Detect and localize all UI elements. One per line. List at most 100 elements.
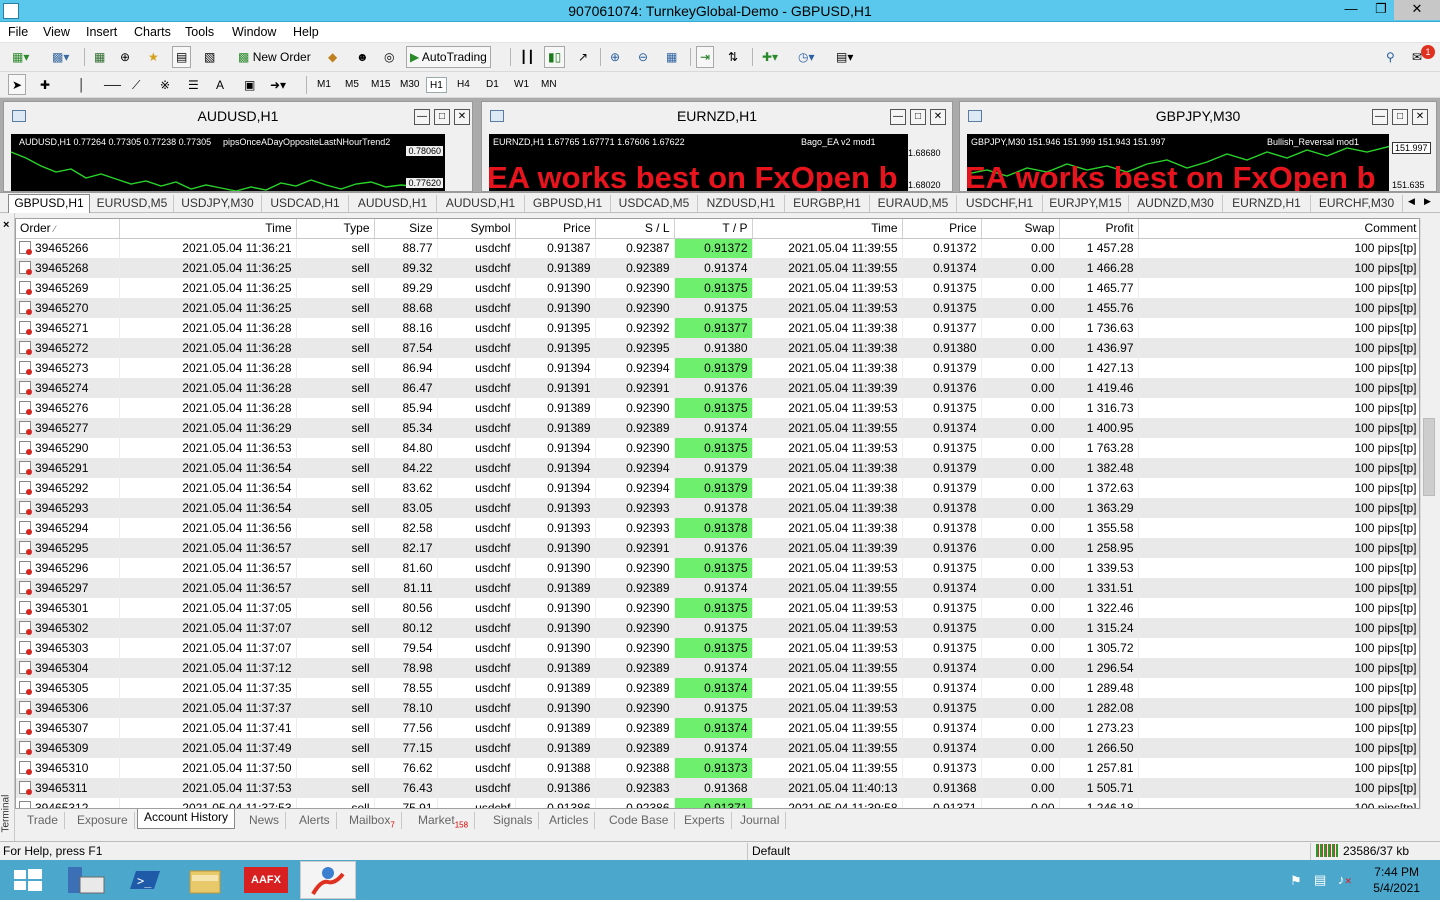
table-row[interactable]: 39465276 2021.05.04 11:36:28 sell 85.94 usdc… <box>16 398 1419 418</box>
column-open-time[interactable]: Time <box>119 219 297 239</box>
table-row[interactable]: 39465292 2021.05.04 11:36:54 sell 83.62 usdc… <box>16 478 1419 498</box>
restore-button[interactable]: ❐ <box>1366 0 1396 20</box>
text-tool[interactable]: A <box>212 74 228 96</box>
scrollbar-thumb[interactable] <box>1423 418 1435 496</box>
chart-close-button[interactable]: ✕ <box>454 109 470 125</box>
menu-window[interactable]: Window <box>232 25 276 39</box>
table-row[interactable]: 39465303 2021.05.04 11:37:07 sell 79.54 usdc… <box>16 638 1419 658</box>
table-row[interactable]: 39465269 2021.05.04 11:36:25 sell 89.29 usdc… <box>16 278 1419 298</box>
tab-articles[interactable]: Articles <box>543 812 596 829</box>
chart-tab[interactable]: USDCAD,H1 <box>262 195 349 212</box>
timeframe-m1[interactable]: M1 <box>314 77 334 93</box>
tab-alerts[interactable]: Alerts <box>293 812 337 829</box>
flag-icon[interactable]: ⚑ <box>1290 873 1302 889</box>
autotrading-button[interactable]: ▶ AutoTrading <box>406 46 491 68</box>
table-row[interactable]: 39465293 2021.05.04 11:36:54 sell 83.05 usdc… <box>16 498 1419 518</box>
metaeditor-button[interactable]: ◆ <box>324 46 341 68</box>
timeframe-w1[interactable]: W1 <box>511 77 532 93</box>
column-symbol[interactable]: Symbol <box>437 219 516 239</box>
periods-button[interactable]: ◷▾ <box>794 46 819 68</box>
column-sl[interactable]: S / L <box>595 219 675 239</box>
chart-window-audusd[interactable]: AUDUSD,H1 — □ ✕ AUDUSD,H1 0.77264 0.7730… <box>3 101 473 192</box>
table-row[interactable]: 39465304 2021.05.04 11:37:12 sell 78.98 usdc… <box>16 658 1419 678</box>
aafx-app-button[interactable]: AAFX <box>238 861 296 899</box>
account-history-table[interactable]: Order ⁄ Time Type Size Symbol Price S / … <box>15 218 1420 809</box>
tab-signals[interactable]: Signals <box>487 812 540 829</box>
fibonacci-tool[interactable]: ☰ <box>184 74 203 96</box>
table-row[interactable]: 39465291 2021.05.04 11:36:54 sell 84.22 usdc… <box>16 458 1419 478</box>
server-manager-button[interactable] <box>58 861 114 899</box>
table-row[interactable]: 39465272 2021.05.04 11:36:28 sell 87.54 usdc… <box>16 338 1419 358</box>
speaker-icon[interactable]: ♪✕ <box>1338 872 1352 887</box>
horizontal-line-tool[interactable]: ── <box>100 74 125 96</box>
table-row[interactable]: 39465274 2021.05.04 11:36:28 sell 86.47 usdc… <box>16 378 1419 398</box>
column-type[interactable]: Type <box>296 219 375 239</box>
tab-journal[interactable]: Journal <box>734 812 787 829</box>
table-row[interactable]: 39465309 2021.05.04 11:37:49 sell 77.15 usdc… <box>16 738 1419 758</box>
chart-tab[interactable]: AUDUSD,H1 <box>437 195 525 212</box>
chart-tab[interactable]: USDCHF,H1 <box>957 195 1043 212</box>
table-row[interactable]: 39465268 2021.05.04 11:36:25 sell 89.32 usdc… <box>16 258 1419 278</box>
zoom-out-button[interactable]: ⊖ <box>634 46 652 68</box>
column-open-price[interactable]: Price <box>515 219 596 239</box>
tab-market[interactable]: Market158 <box>412 812 476 829</box>
chart-maximize-button[interactable]: □ <box>910 109 926 125</box>
chart-tab[interactable]: AUDNZD,M30 <box>1129 195 1223 212</box>
chart-tab[interactable]: GBPUSD,H1 <box>8 194 90 213</box>
system-clock[interactable]: 7:44 PM 5/4/2021 <box>1373 864 1420 896</box>
indicators-button[interactable]: ✚▾ <box>758 46 782 68</box>
column-comment[interactable]: Comment <box>1138 219 1419 239</box>
table-row[interactable]: 39465296 2021.05.04 11:36:57 sell 81.60 usdc… <box>16 558 1419 578</box>
chart-tab[interactable]: USDCAD,M5 <box>611 195 698 212</box>
table-row[interactable]: 39465295 2021.05.04 11:36:57 sell 82.17 usdc… <box>16 538 1419 558</box>
start-button[interactable] <box>0 861 56 899</box>
new-order-button[interactable]: ▩ New Order <box>234 46 315 68</box>
new-chart-button[interactable]: ▦▾ <box>8 46 46 68</box>
table-row[interactable]: 39465306 2021.05.04 11:37:37 sell 78.10 usdc… <box>16 698 1419 718</box>
tab-scroll-right-icon[interactable]: ▶ <box>1424 196 1431 207</box>
tab-mailbox[interactable]: Mailbox7 <box>343 812 402 829</box>
chart-close-button[interactable]: ✕ <box>1412 109 1428 125</box>
label-tool[interactable]: ▣ <box>240 74 259 96</box>
menu-insert[interactable]: Insert <box>86 25 117 39</box>
chart-tab[interactable]: EURNZD,H1 <box>1223 195 1311 212</box>
chart-tab[interactable]: EURAUD,M5 <box>870 195 957 212</box>
channel-tool[interactable]: ※ <box>156 74 174 96</box>
chart-minimize-button[interactable]: — <box>414 109 430 125</box>
tab-experts[interactable]: Experts <box>678 812 732 829</box>
search-button[interactable]: ⚲ <box>1382 46 1399 68</box>
chart-close-button[interactable]: ✕ <box>930 109 946 125</box>
column-close-time[interactable]: Time <box>752 219 903 239</box>
tab-trade[interactable]: Trade <box>21 812 65 829</box>
minimize-button[interactable]: — <box>1336 0 1366 20</box>
cursor-tool[interactable]: ➤ <box>8 74 27 95</box>
timeframe-m5[interactable]: M5 <box>342 77 362 93</box>
tab-exposure[interactable]: Exposure <box>71 812 135 829</box>
chart-tab[interactable]: GBPUSD,H1 <box>525 195 611 212</box>
network-icon[interactable]: ▤ <box>1314 872 1326 888</box>
menu-tools[interactable]: Tools <box>185 25 214 39</box>
chart-tab[interactable]: EURUSD,M5 <box>91 195 174 212</box>
timeframe-m30[interactable]: M30 <box>397 77 422 93</box>
chart-tab[interactable]: EURCHF,M30 <box>1311 195 1403 212</box>
tab-code-base[interactable]: Code Base <box>603 812 676 829</box>
column-order[interactable]: Order ⁄ <box>16 219 120 239</box>
crosshair-tool[interactable]: ✚ <box>36 74 54 96</box>
notifications-button[interactable]: ✉ 1 <box>1408 45 1435 68</box>
table-row[interactable]: 39465266 2021.05.04 11:36:21 sell 88.77 usdc… <box>16 238 1419 258</box>
chart-shift-button[interactable]: ⇥ <box>696 46 715 68</box>
chart-minimize-button[interactable]: — <box>1372 109 1388 125</box>
chart-maximize-button[interactable]: □ <box>1392 109 1408 125</box>
strategy-tester-button[interactable]: ▧ <box>200 46 219 68</box>
column-swap[interactable]: Swap <box>981 219 1060 239</box>
vertical-scrollbar[interactable] <box>1420 218 1437 809</box>
menu-file[interactable]: File <box>8 25 28 39</box>
chart-maximize-button[interactable]: □ <box>434 109 450 125</box>
candlestick-button[interactable]: ▮▯ <box>544 46 566 68</box>
tab-account-history[interactable]: Account History <box>137 809 236 829</box>
table-row[interactable]: 39465301 2021.05.04 11:37:05 sell 80.56 usdc… <box>16 598 1419 618</box>
table-row[interactable]: 39465270 2021.05.04 11:36:25 sell 88.68 usdc… <box>16 298 1419 318</box>
timeframe-mn[interactable]: MN <box>538 77 560 93</box>
market-watch-button[interactable]: ▦ <box>90 46 109 68</box>
menu-help[interactable]: Help <box>293 25 319 39</box>
